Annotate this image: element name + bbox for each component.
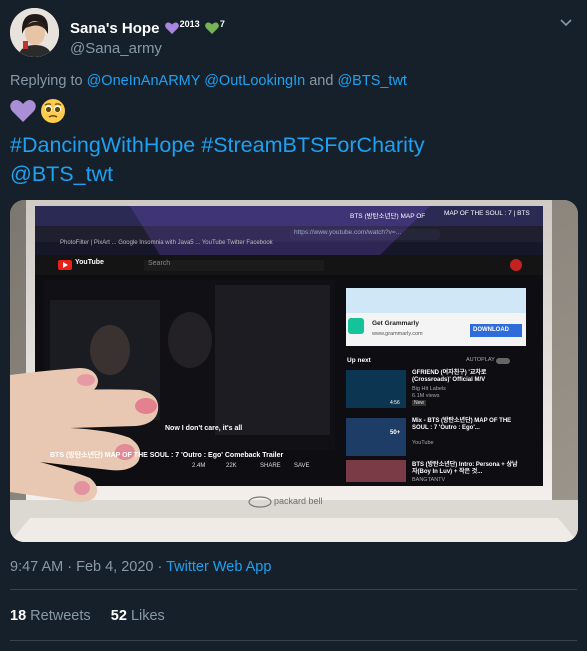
- rec-2-count: 50+: [390, 430, 401, 436]
- browser-tab-1: BTS (방탄소년단) MAP OF: [350, 213, 426, 220]
- replying-prefix: Replying to: [10, 73, 83, 89]
- browser-tab-2: MAP OF THE SOUL : 7 | BTS: [444, 210, 530, 217]
- tweet-time[interactable]: 9:47 AM: [10, 559, 63, 575]
- divider: [10, 589, 577, 590]
- youtube-search: Search: [148, 260, 171, 267]
- user-handle[interactable]: @Sana_army: [70, 40, 162, 57]
- rec-3-channel: BANGTANTV: [412, 477, 446, 483]
- tweet-text: #DancingWithHope #StreamBTSForCharity @B…: [10, 131, 580, 189]
- retweets-count: 18: [10, 608, 27, 624]
- likes-label: Likes: [130, 608, 165, 624]
- retweets-label: Retweets: [30, 608, 91, 624]
- chevron-down-icon[interactable]: [559, 18, 573, 28]
- rec-3-title: BTS (방탄소년단) Intro: Persona + 상남자(Boy In …: [412, 462, 518, 475]
- purple-heart-icon: [164, 22, 179, 34]
- hashtag-dancing-with-hope[interactable]: #DancingWithHope: [10, 133, 195, 157]
- video-dislikes: 22K: [226, 463, 237, 469]
- video-title: BTS (방탄소년단) MAP OF THE SOUL : 7 'Outro :…: [50, 452, 284, 459]
- browser-address: https://www.youtube.com/watch?v=...: [294, 229, 402, 236]
- display-name-text: Sana's Hope: [70, 20, 160, 37]
- video-share: SHARE: [260, 463, 281, 469]
- tweet-meta: 9:47 AM · Feb 4, 2020 · Twitter Web App: [10, 559, 272, 575]
- ad-url: www.grammarly.com: [372, 331, 423, 337]
- rec-2-title: Mix - BTS (방탄소년단) MAP OF THE SOUL : 7 'O…: [412, 418, 512, 431]
- rec-1-channel: Big Hit Labels: [412, 386, 446, 392]
- hashtag-stream-bts-for-charity[interactable]: #StreamBTSForCharity: [201, 133, 424, 157]
- ad-title: Get Grammarly: [372, 320, 419, 327]
- mention-bts[interactable]: @BTS_twt: [10, 162, 113, 186]
- tweet-date[interactable]: Feb 4, 2020: [76, 559, 153, 575]
- purple-heart-icon: [10, 100, 36, 122]
- video-subtitle: Now I don't care, it's all: [165, 425, 243, 432]
- tweet-header: Sana's Hope 2013 7 @Sana_army: [10, 8, 577, 58]
- tweet-photo[interactable]: PhotoFilter | PixArt ... Google Insomnia…: [10, 200, 578, 542]
- badge-7: 7: [219, 19, 225, 29]
- emoji-line: [10, 98, 66, 126]
- rec-2-channel: YouTube: [412, 440, 434, 446]
- browser-bookmarks: PhotoFilter | PixArt ... Google Insomnia…: [60, 240, 273, 246]
- rec-1-title: GFRIEND (여자친구) '교차로 (Crossroads)' Offici…: [412, 370, 487, 383]
- youtube-logo: YouTube: [75, 259, 104, 266]
- avatar[interactable]: [10, 8, 59, 57]
- tweet-source[interactable]: Twitter Web App: [166, 559, 271, 575]
- laptop-brand: packard bell: [274, 496, 323, 506]
- video-likes: 2.4M: [192, 463, 206, 469]
- autoplay-label: AUTOPLAY: [466, 357, 495, 363]
- video-save: SAVE: [294, 463, 310, 469]
- pleading-face-icon: [41, 99, 66, 123]
- retweets-stat[interactable]: 18 Retweets: [10, 608, 91, 624]
- badge-2013: 2013: [179, 19, 200, 29]
- tweet-stats: 18 Retweets 52 Likes: [10, 608, 165, 624]
- divider-bottom: [10, 640, 577, 641]
- rec-1-views: 6.1M views: [412, 393, 440, 399]
- up-next-label: Up next: [347, 357, 371, 364]
- likes-count: 52: [110, 608, 127, 624]
- reply-mention-3[interactable]: @BTS_twt: [337, 73, 407, 89]
- replying-and: and: [309, 73, 334, 89]
- rec-1-duration: 4:56: [390, 400, 400, 406]
- reply-mention-2[interactable]: @OutLookingIn: [204, 73, 305, 89]
- reply-mention-1[interactable]: @OneInAnARMY: [87, 73, 201, 89]
- likes-stat[interactable]: 52 Likes: [111, 608, 165, 624]
- replying-to: Replying to @OneInAnARMY @OutLookingIn a…: [10, 73, 407, 89]
- green-heart-icon: [204, 22, 219, 34]
- ad-download-button: DOWNLOAD: [473, 327, 509, 333]
- rec-1-badge: New: [412, 400, 427, 406]
- display-name[interactable]: Sana's Hope 2013 7: [70, 19, 225, 37]
